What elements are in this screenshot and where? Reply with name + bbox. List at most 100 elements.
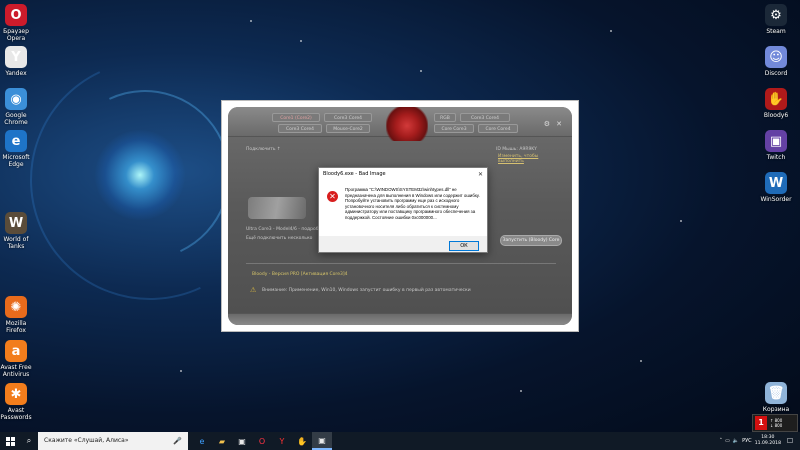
desktop-icon-opera[interactable]: O Браузер Opera xyxy=(0,4,39,42)
app-footer xyxy=(228,313,572,325)
warning-icon: ⚠ xyxy=(250,286,257,294)
clock-date: 11.09.2018 xyxy=(754,441,781,446)
ok-button[interactable]: ОК xyxy=(449,241,479,251)
search-box[interactable]: Скажите «Слушай, Алиса» 🎤 xyxy=(38,432,188,450)
winsorder-icon: W xyxy=(765,172,787,194)
edge-icon: e xyxy=(5,130,27,152)
microphone-icon[interactable]: 🎤 xyxy=(173,432,182,450)
desktop-icon-winsorder[interactable]: W WinSorder xyxy=(753,172,799,203)
taskbar-app-bloody-app[interactable]: ▣ xyxy=(312,432,332,450)
app-tab-core3-right[interactable]: Core Core3 xyxy=(434,124,474,133)
sub-line: Ещё подключить несколько xyxy=(246,236,313,241)
app-tab-rgb[interactable]: RGB xyxy=(434,113,456,122)
close-icon[interactable]: ✕ xyxy=(478,171,483,178)
dialog-body: ✕ Программа "C:\WINDOWS\SYSTEM32\winhtyp… xyxy=(319,180,487,236)
download-speed: ↓ 800 xyxy=(770,423,783,428)
taskbar-app-edge[interactable]: e xyxy=(192,432,212,450)
desktop-icon-bloody[interactable]: ✋ Bloody6 xyxy=(753,88,799,119)
desktop-icon-discord[interactable]: ☺ Discord xyxy=(753,46,799,77)
net-meter-badge: 1 xyxy=(755,416,767,430)
launch-core-button[interactable]: Запустить (Bloody) Core xyxy=(500,235,562,246)
dialog-footer: ОК xyxy=(319,236,487,252)
desktop-icon-label: Bloody6 xyxy=(763,112,789,119)
desktop-icon-label: Google Chrome xyxy=(4,112,28,126)
desktop-icon-chrome[interactable]: ◉ Google Chrome xyxy=(0,88,39,126)
app-tab-core1[interactable]: Core1 (Core2) xyxy=(272,113,320,122)
notifications-icon[interactable]: ☐ xyxy=(784,437,796,445)
error-icon: ✕ xyxy=(327,191,338,202)
opera-icon: O xyxy=(5,4,27,26)
language-indicator[interactable]: РУС xyxy=(742,438,752,444)
desktop-icon-twitch[interactable]: ▣ Twitch xyxy=(753,130,799,161)
close-icon[interactable]: ✕ xyxy=(556,120,562,128)
network-icon[interactable]: ▭ xyxy=(725,438,730,444)
desktop-icon-label: Avast Free Antivirus xyxy=(0,364,32,378)
bloody-icon: ✋ xyxy=(765,88,787,110)
device-id: ID Мышь: A9R9KY xyxy=(496,147,537,152)
network-meter-widget[interactable]: 1 ↑ 800 ↓ 800 xyxy=(752,414,798,432)
desktop-icon-steam[interactable]: ⚙ Steam xyxy=(753,4,799,35)
desktop-icon-yandex[interactable]: Y Yandex xyxy=(0,46,39,77)
twitch-icon: ▣ xyxy=(765,130,787,152)
net-meter-values: ↑ 800 ↓ 800 xyxy=(770,418,782,428)
desktop-icon-avast-passwords[interactable]: ✱ Avast Passwords xyxy=(0,383,39,421)
taskbar-app-bloody[interactable]: ✋ xyxy=(292,432,312,450)
search-icon[interactable]: ⌕ xyxy=(20,436,38,446)
desktop-icon-world-of-tanks[interactable]: W World of Tanks xyxy=(0,212,39,250)
app-tab-core34-right[interactable]: Core3 Core4 xyxy=(460,113,510,122)
file-explorer-icon: ▰ xyxy=(218,436,226,446)
desktop-icon-label: Discord xyxy=(764,70,788,77)
desktop-icon-edge[interactable]: e Microsoft Edge xyxy=(0,130,39,168)
app-tab-core34[interactable]: Core3 Core4 xyxy=(324,113,372,122)
app-tab-core4-right[interactable]: Core Core4 xyxy=(478,124,518,133)
desktop-icon-label: Браузер Opera xyxy=(3,28,29,42)
taskbar-app-yandex[interactable]: Y xyxy=(272,432,292,450)
windows-icon xyxy=(5,436,15,446)
taskbar-app-store[interactable]: ▣ xyxy=(232,432,252,450)
clock[interactable]: 18:30 11.09.2018 xyxy=(755,435,781,447)
app-tab-core34-b[interactable]: Core3 Core4 xyxy=(278,124,322,133)
avast-passwords-icon: ✱ xyxy=(5,383,27,405)
world-of-tanks-icon: W xyxy=(5,212,27,234)
desktop-icon-label: Mozilla Firefox xyxy=(5,320,27,334)
edge-icon: e xyxy=(199,436,205,446)
dialog-title: Bloody6.exe - Bad Image xyxy=(323,171,386,177)
desktop-icon-label: Avast Passwords xyxy=(0,407,32,421)
yandex-icon: Y xyxy=(5,46,27,68)
desktop-icon-label: Microsoft Edge xyxy=(2,154,30,168)
chrome-icon: ◉ xyxy=(5,88,27,110)
app-tab-mouse[interactable]: Mouse-Core2 xyxy=(326,124,370,133)
model-line: Ultra Core3 - Model4/6 - подробнее xyxy=(246,227,328,232)
desktop-icon-firefox[interactable]: ✺ Mozilla Firefox xyxy=(0,296,39,334)
desktop-icon-label: Yandex xyxy=(5,70,27,77)
connect-heading: Подключить ↑ xyxy=(246,147,281,152)
start-button[interactable] xyxy=(0,432,20,450)
error-dialog[interactable]: Bloody6.exe - Bad Image ✕ ✕ Программа "C… xyxy=(318,167,488,253)
desktop-icon-avast[interactable]: a Avast Free Antivirus xyxy=(0,340,39,378)
mouse-image xyxy=(248,197,306,219)
store-icon: ▣ xyxy=(238,436,246,446)
search-placeholder: Скажите «Слушай, Алиса» xyxy=(44,437,129,444)
bloody-logo xyxy=(386,107,428,141)
taskbar-app-file-explorer[interactable]: ▰ xyxy=(212,432,232,450)
change-link[interactable]: Изменить, чтобы выполнить xyxy=(498,154,538,164)
desktop-icon-label: Steam xyxy=(766,28,786,35)
dialog-message: Программа "C:\WINDOWS\SYSTEM32\winhtypes… xyxy=(345,187,480,220)
desktop-icon-recycle-bin[interactable]: 🗑 Корзина xyxy=(753,382,799,413)
volume-icon[interactable]: 🔈 xyxy=(733,438,739,444)
recycle-bin-icon: 🗑 xyxy=(765,382,787,404)
yandex-icon: Y xyxy=(279,436,285,446)
dialog-titlebar[interactable]: Bloody6.exe - Bad Image ✕ xyxy=(319,168,487,180)
desktop-icon-label: Корзина xyxy=(762,406,790,413)
avast-icon: a xyxy=(5,340,27,362)
desktop-icon-label: Twitch xyxy=(766,154,786,161)
firefox-icon: ✺ xyxy=(5,296,27,318)
desktop-icon-label: World of Tanks xyxy=(3,236,29,250)
taskbar-app-opera[interactable]: O xyxy=(252,432,272,450)
divider xyxy=(246,263,556,264)
discord-icon: ☺ xyxy=(765,46,787,68)
desktop-icon-label: WinSorder xyxy=(760,196,792,203)
settings-icon[interactable]: ⚙ xyxy=(544,120,550,128)
version-line: Bloody - Версия PRO [Активация Core3]4 xyxy=(252,272,348,277)
chevron-up-icon[interactable]: ˄ xyxy=(720,438,723,444)
